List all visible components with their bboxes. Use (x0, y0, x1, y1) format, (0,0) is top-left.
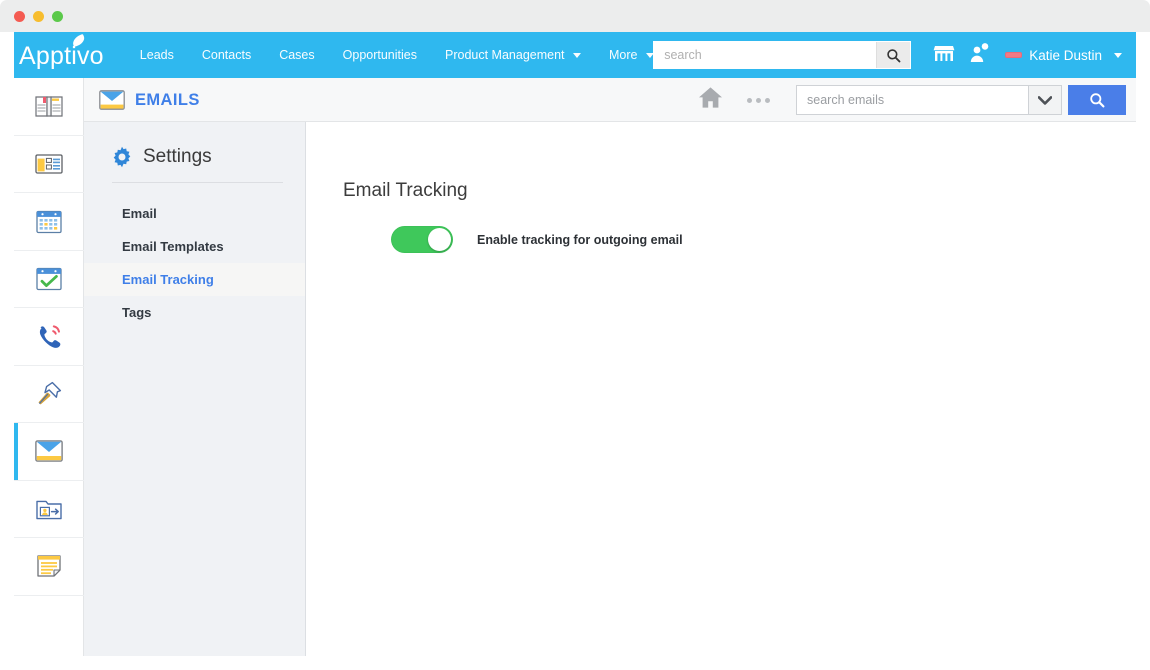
envelope-icon (99, 90, 125, 110)
chevron-down-icon (1114, 53, 1122, 58)
ellipsis-icon (747, 98, 752, 103)
toggle-knob (428, 228, 451, 251)
calendar-check-icon (35, 265, 63, 292)
nav-item-product-management[interactable]: Product Management (431, 42, 595, 68)
browser-window: Apptivo Leads Contacts Cases Opportuniti… (0, 0, 1150, 670)
envelope-icon (35, 440, 63, 462)
settings-item-email[interactable]: Email (84, 197, 305, 230)
settings-item-email-tracking[interactable]: Email Tracking (84, 263, 305, 296)
chevron-down-icon (1038, 96, 1052, 105)
rail-spacer (14, 596, 83, 656)
email-tracking-setting-row: Enable tracking for outgoing email (391, 226, 683, 253)
settings-item-email-templates[interactable]: Email Templates (84, 230, 305, 263)
nav-label: More (609, 48, 637, 62)
account-name: Katie Dustin (1029, 48, 1102, 63)
global-search-input[interactable] (654, 42, 876, 68)
app-identity: EMAILS (99, 78, 200, 122)
nav-item-cases[interactable]: Cases (265, 42, 328, 68)
nav-label: Contacts (202, 48, 251, 62)
apptivo-logo[interactable]: Apptivo (19, 42, 104, 69)
enable-tracking-label: Enable tracking for outgoing email (477, 233, 683, 247)
app-title: EMAILS (135, 91, 200, 110)
settings-item-tags[interactable]: Tags (84, 296, 305, 329)
main-content: Email Tracking Enable tracking for outgo… (307, 122, 1136, 656)
more-options-button[interactable] (747, 98, 770, 103)
email-search-dropdown-button[interactable] (1028, 85, 1062, 115)
settings-menu: Email Email Templates Email Tracking Tag… (84, 183, 305, 329)
nav-item-opportunities[interactable]: Opportunities (329, 42, 431, 68)
enable-tracking-toggle[interactable] (391, 226, 453, 253)
settings-item-label: Email Tracking (122, 272, 214, 287)
contact-folder-icon (35, 496, 63, 522)
nav-item-contacts[interactable]: Contacts (188, 42, 265, 68)
rail-item-ringing-phone[interactable] (14, 308, 84, 366)
minimize-window-button[interactable] (33, 11, 44, 22)
flag-icon (1005, 52, 1022, 58)
global-search (653, 41, 911, 69)
user-notification-icon (969, 42, 989, 64)
settings-title: Settings (143, 146, 212, 168)
home-icon (698, 86, 723, 109)
rail-item-emails[interactable] (14, 423, 84, 481)
gear-icon (111, 146, 133, 168)
zoom-window-button[interactable] (52, 11, 63, 22)
top-nav-right-group: Katie Dustin (653, 32, 1124, 78)
rail-item-open-book[interactable] (14, 78, 84, 136)
primary-nav-links: Leads Contacts Cases Opportunities Produ… (126, 42, 668, 68)
top-navigation-bar: Apptivo Leads Contacts Cases Opportuniti… (14, 32, 1136, 78)
rail-item-notepad[interactable] (14, 538, 84, 596)
user-notifications-button[interactable] (969, 42, 989, 69)
ellipsis-icon (756, 98, 761, 103)
app-icon-rail (14, 78, 84, 656)
email-search-button[interactable] (1068, 85, 1126, 115)
window-titlebar (0, 0, 1150, 32)
rail-item-calendar[interactable] (14, 193, 84, 251)
notepad-icon (35, 553, 63, 579)
news-document-icon (34, 151, 64, 177)
ellipsis-icon (765, 98, 770, 103)
app-viewport: Apptivo Leads Contacts Cases Opportuniti… (14, 32, 1136, 656)
nav-label: Product Management (445, 48, 565, 62)
ringing-phone-icon (35, 323, 63, 350)
account-menu[interactable]: Katie Dustin (1005, 48, 1124, 63)
chevron-down-icon (573, 53, 581, 58)
search-icon (1089, 92, 1105, 108)
nav-item-leads[interactable]: Leads (126, 42, 188, 68)
window-controls (14, 11, 63, 22)
email-search: search emails (796, 85, 1126, 115)
search-icon (886, 48, 901, 63)
nav-label: Opportunities (343, 48, 417, 62)
rail-item-calendar-check[interactable] (14, 251, 84, 309)
page-title: Email Tracking (343, 180, 468, 202)
home-button[interactable] (698, 86, 723, 114)
settings-item-label: Email (122, 206, 157, 221)
global-search-button[interactable] (876, 42, 910, 68)
nav-label: Cases (279, 48, 314, 62)
email-search-input[interactable]: search emails (796, 85, 1028, 115)
close-window-button[interactable] (14, 11, 25, 22)
settings-item-label: Email Templates (122, 239, 224, 254)
calendar-icon (35, 208, 63, 235)
rail-item-news-document[interactable] (14, 136, 84, 194)
rail-item-pushpin[interactable] (14, 366, 84, 424)
store-button[interactable] (933, 43, 955, 68)
app-header-actions: search emails (698, 78, 1126, 122)
settings-panel: Settings Email Email Templates Email Tra… (84, 122, 306, 656)
open-book-icon (34, 93, 64, 119)
settings-item-label: Tags (122, 305, 151, 320)
pushpin-icon (35, 380, 63, 408)
nav-label: Leads (140, 48, 174, 62)
rail-item-contact-folder[interactable] (14, 481, 84, 539)
settings-header: Settings (84, 122, 305, 168)
brand-text: Apptivo (19, 42, 104, 70)
store-icon (933, 43, 955, 63)
app-header-bar: EMAILS search emails (14, 78, 1136, 122)
